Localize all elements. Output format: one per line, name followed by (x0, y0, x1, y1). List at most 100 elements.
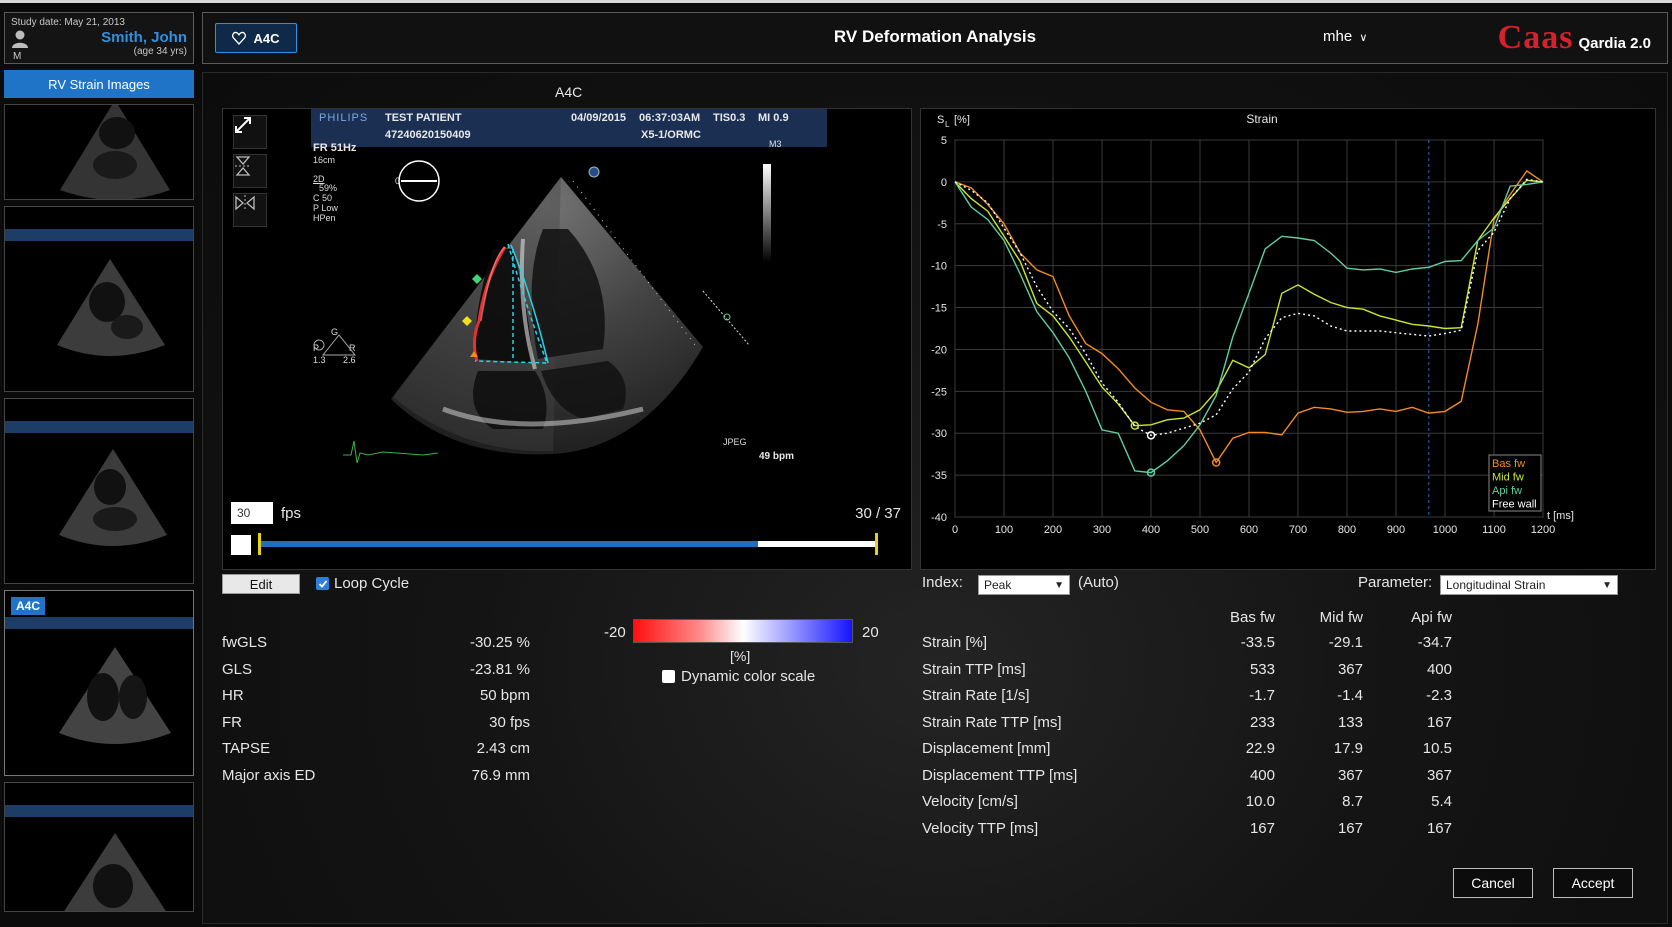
patient-sex: M (13, 51, 22, 62)
brand-name: Caas (1497, 19, 1574, 56)
results-cell: 8.7 (1342, 793, 1363, 810)
metric-label: TAPSE (222, 740, 271, 757)
metric-value: 30 fps (489, 713, 530, 731)
thumbnail-4-active[interactable]: A4C (4, 590, 194, 776)
echo-viewer[interactable]: PHILIPS TEST PATIENT 47240620150409 04/0… (222, 108, 912, 570)
expand-icon (235, 117, 251, 133)
x-tick-label: 900 (1387, 524, 1405, 536)
thumbnail-2[interactable] (4, 206, 194, 392)
index-select-value: Peak (984, 578, 1012, 592)
flip-horizontal-icon (235, 195, 255, 211)
x-tick-label: 1200 (1531, 524, 1555, 536)
metric-label: GLS (222, 660, 253, 678)
app-title: RV Deformation Analysis (833, 27, 1037, 46)
results-row-label: Strain Rate [1/s] (922, 687, 1030, 704)
patient-name: Smith, John (101, 29, 187, 46)
x-tick-label: 100 (995, 524, 1013, 536)
fps-input[interactable] (231, 502, 273, 524)
results-column-header: Mid fw (1319, 609, 1363, 626)
results-row-label: Strain Rate TTP [ms] (922, 713, 1062, 731)
results-cell: 10.0 (1245, 793, 1275, 810)
results-cell: 400 (1249, 766, 1275, 784)
y-tick-label: 5 (941, 135, 947, 147)
metric-value: 2.43 cm (476, 740, 530, 757)
thumbnail-1[interactable] (4, 104, 194, 200)
y-tick-label: -35 (931, 470, 947, 482)
loop-cycle-checkbox[interactable]: Loop Cycle (316, 575, 409, 592)
play-button[interactable] (231, 535, 251, 555)
chevron-down-icon: ▼ (1602, 579, 1612, 591)
dynamic-color-scale-checkbox[interactable]: Dynamic color scale (662, 668, 815, 685)
timeline-progress (259, 541, 758, 547)
chevron-down-icon: ▼ (1054, 579, 1064, 591)
color-scale-min: -20 (604, 624, 626, 641)
legend-entry: Free wall (1492, 499, 1537, 511)
x-tick-label: 0 (952, 524, 958, 536)
edit-button[interactable]: Edit (222, 574, 300, 594)
color-scale-bar (633, 619, 853, 643)
timeline-end-marker[interactable] (875, 533, 878, 555)
timeline-start-marker[interactable] (258, 533, 261, 555)
results-row-label: Displacement [mm] (922, 740, 1051, 757)
metric-label: Major axis ED (222, 766, 316, 784)
brand-product: Qardia 2.0 (1578, 35, 1651, 52)
results-cell: -34.7 (1417, 634, 1452, 651)
color-scale-max: 20 (862, 624, 879, 641)
metric-value: 50 bpm (479, 687, 530, 704)
y-tick-label: 0 (941, 177, 947, 189)
x-tick-label: 300 (1093, 524, 1111, 536)
flip-vertical-icon (235, 156, 251, 176)
patient-info: Study date: May 21, 2013 M Smith, John (… (4, 12, 194, 64)
index-select[interactable]: Peak ▼ (978, 575, 1070, 595)
cancel-button[interactable]: Cancel (1453, 868, 1533, 898)
thumbnail-image (64, 833, 166, 911)
brand-logo: Caas Qardia 2.0 (1498, 19, 1651, 57)
rv-strain-images-button[interactable]: RV Strain Images (4, 70, 194, 98)
legend-entry: Mid fw (1492, 472, 1524, 484)
legend-entry: Bas fw (1492, 458, 1525, 470)
metric-value: 76.9 mm (471, 766, 530, 784)
metric-value: -30.25 % (469, 634, 530, 651)
x-tick-label: 1100 (1482, 524, 1506, 536)
user-name: mhe (1323, 28, 1353, 45)
y-tick-label: -5 (937, 219, 947, 231)
thumbnail-header (5, 617, 193, 629)
accept-button[interactable]: Accept (1553, 868, 1633, 898)
thumbnail-image (60, 105, 170, 199)
results-cell: 233 (1249, 713, 1275, 731)
results-cell: 167 (1337, 819, 1363, 837)
results-cell: 17.9 (1333, 740, 1363, 757)
results-cell: 5.4 (1431, 793, 1452, 810)
fullscreen-button[interactable] (233, 115, 267, 149)
thumbnail-header (5, 421, 193, 433)
parameter-select-value: Longitudinal Strain (1446, 578, 1546, 592)
timeline-slider[interactable] (258, 533, 878, 555)
results-cell: -33.5 (1240, 634, 1275, 651)
flip-vertical-button[interactable] (233, 154, 267, 188)
flip-horizontal-button[interactable] (233, 193, 267, 227)
results-cell: 367 (1337, 766, 1363, 784)
thumbnail-5[interactable] (4, 782, 194, 912)
results-cell: 400 (1426, 660, 1452, 678)
metric-label: FR (222, 713, 242, 731)
x-tick-label: 500 (1191, 524, 1209, 536)
thumbnail-3[interactable] (4, 398, 194, 584)
x-tick-label: 700 (1289, 524, 1307, 536)
y-tick-label: -15 (931, 303, 947, 315)
results-column-header: Api fw (1411, 609, 1452, 626)
checkbox-checked-icon (316, 577, 329, 590)
y-tick-label: -25 (931, 386, 947, 398)
metric-label: HR (222, 687, 244, 704)
parameter-select[interactable]: Longitudinal Strain ▼ (1440, 575, 1618, 595)
results-cell: -29.1 (1328, 634, 1363, 651)
index-label: Index: (922, 574, 963, 591)
user-icon (12, 30, 28, 48)
results-cell: 133 (1337, 713, 1363, 731)
metric-value: -23.81 % (469, 660, 530, 678)
results-row-label: Velocity TTP [ms] (922, 819, 1039, 837)
app-header: A4C RV Deformation Analysis mhe ∨ Caas Q… (202, 12, 1668, 64)
user-menu[interactable]: mhe ∨ (1323, 28, 1367, 45)
results-cell: 367 (1337, 660, 1363, 678)
results-cell: -1.4 (1337, 687, 1363, 704)
results-row-label: Displacement TTP [ms] (922, 766, 1078, 784)
